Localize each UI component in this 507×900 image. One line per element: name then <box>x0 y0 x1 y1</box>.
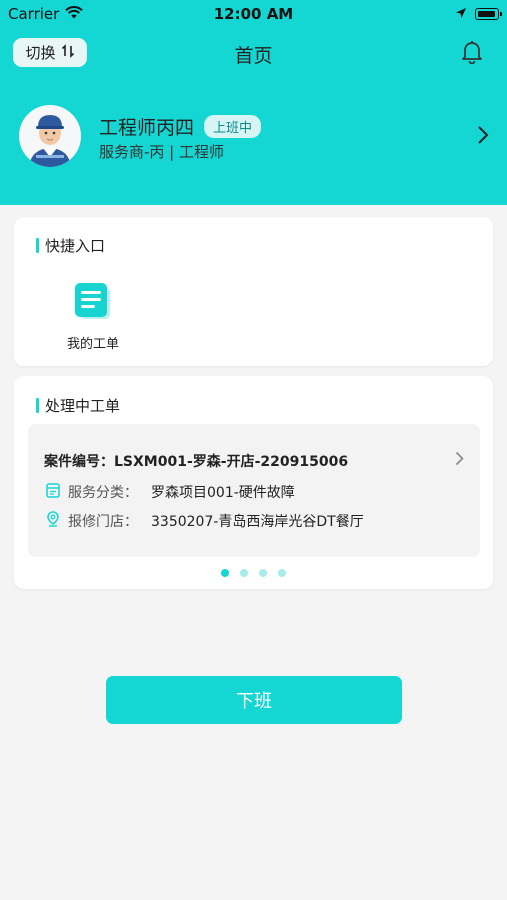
bell-icon[interactable] <box>461 40 483 68</box>
case-number-label: 案件编号： <box>44 454 114 470</box>
status-badge: 上班中 <box>204 115 262 138</box>
location-arrow-icon <box>455 5 467 23</box>
page-dot[interactable] <box>278 569 286 577</box>
page-dot[interactable] <box>240 569 248 577</box>
quick-item-label: 我的工单 <box>66 337 119 352</box>
case-number-row: 案件编号： LSXM001-罗森-开店-220915006 <box>44 451 348 471</box>
battery-icon <box>475 8 502 20</box>
profile-row[interactable]: 工程师丙四 上班中 服务商-丙 | 工程师 <box>19 105 489 167</box>
status-time: 12:00 AM <box>213 5 294 23</box>
quick-entry-card: 快捷入口 我的工单 <box>14 217 493 366</box>
off-duty-button[interactable]: 下班 <box>106 676 402 724</box>
page-title: 首页 <box>234 45 273 67</box>
document-icon <box>72 283 114 329</box>
quick-item-my-orders[interactable]: 我的工单 <box>58 281 128 352</box>
page-dot[interactable] <box>221 569 229 577</box>
store-label: 报修门店： <box>68 514 138 530</box>
store-row: 报修门店： 3350207-青岛西海岸光谷DT餐厅 <box>46 511 364 531</box>
category-row: 服务分类： 罗森项目001-硬件故障 <box>46 482 295 502</box>
orders-title-text: 处理中工单 <box>45 397 121 415</box>
header-banner: Carrier 12:00 AM 切换 首页 工程师丙四 上班中 服务商-丙 |… <box>0 0 507 205</box>
case-number-value: LSXM001-罗森-开店-220915006 <box>114 454 349 470</box>
title-accent-bar <box>36 238 39 253</box>
orders-title: 处理中工单 <box>36 395 120 416</box>
category-icon <box>46 482 60 502</box>
user-name: 工程师丙四 <box>99 117 195 139</box>
quick-entry-title-text: 快捷入口 <box>45 237 106 255</box>
category-label: 服务分类： <box>68 485 138 501</box>
avatar <box>19 105 81 167</box>
chevron-right-icon <box>477 125 489 149</box>
title-accent-bar <box>36 398 39 413</box>
location-pin-icon <box>46 511 60 531</box>
quick-entry-title: 快捷入口 <box>36 235 105 256</box>
chevron-right-icon <box>455 451 464 470</box>
store-value: 3350207-青岛西海岸光谷DT餐厅 <box>151 514 364 530</box>
orders-card: 处理中工单 案件编号： LSXM001-罗森-开店-220915006 服务分类… <box>14 376 493 589</box>
page-indicator <box>14 569 493 577</box>
status-bar: Carrier 12:00 AM <box>0 0 507 28</box>
order-item[interactable]: 案件编号： LSXM001-罗森-开店-220915006 服务分类： 罗森项目… <box>28 424 480 557</box>
page-dot[interactable] <box>259 569 267 577</box>
category-value: 罗森项目001-硬件故障 <box>151 485 295 501</box>
user-role: 服务商-丙 | 工程师 <box>99 143 225 161</box>
